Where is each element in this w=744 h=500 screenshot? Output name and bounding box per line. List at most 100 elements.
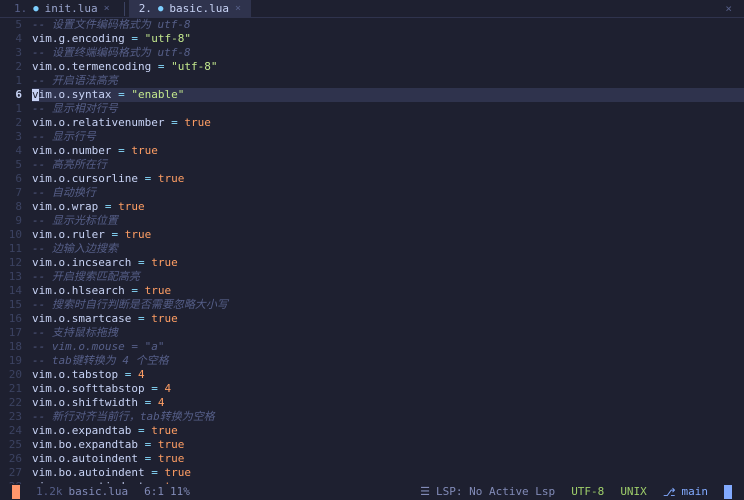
value-token: 4: [158, 396, 165, 409]
code-line[interactable]: vim.bo.expandtab = true: [32, 438, 744, 452]
code-line[interactable]: vim.o.smartcase = true: [32, 312, 744, 326]
scroll-percent: 11%: [170, 485, 190, 499]
code-line[interactable]: vim.o.termencoding = "utf-8": [32, 60, 744, 74]
comment-token: -- 显示光标位置: [32, 214, 118, 227]
line-number: 3: [0, 130, 22, 144]
code-line[interactable]: vim.o.expandtab = true: [32, 424, 744, 438]
operator-token: =: [138, 396, 158, 409]
operator-token: =: [111, 88, 131, 101]
code-line[interactable]: vim.o.incsearch = true: [32, 256, 744, 270]
identifier-token: vim.o.incsearch: [32, 256, 131, 269]
operator-token: =: [145, 382, 165, 395]
lua-filetype-icon: ●: [33, 2, 38, 16]
value-token: "enable": [131, 88, 184, 101]
line-number: 19: [0, 354, 22, 368]
code-line[interactable]: -- 开启搜索匹配高亮: [32, 270, 744, 284]
code-line[interactable]: -- 支持鼠标拖拽: [32, 326, 744, 340]
tabbar-right-close-icon[interactable]: ×: [717, 2, 740, 16]
code-line[interactable]: -- tab键转换为 4 个空格: [32, 354, 744, 368]
line-number: 20: [0, 368, 22, 382]
code-line[interactable]: vim.o.autoindent = true: [32, 452, 744, 466]
tab-bar: 1.●init.lua×2.●basic.lua× ×: [0, 0, 744, 18]
line-number: 5: [0, 158, 22, 172]
identifier-token: vim.o.softtabstop: [32, 382, 145, 395]
code-line[interactable]: vim.o.cursorline = true: [32, 172, 744, 186]
comment-token: -- 支持鼠标拖拽: [32, 326, 118, 339]
value-token: true: [184, 116, 211, 129]
line-number: 12: [0, 256, 22, 270]
code-line[interactable]: vim.o.relativenumber = true: [32, 116, 744, 130]
line-number: 28: [0, 480, 22, 484]
identifier-token: vim.o.smartcase: [32, 312, 131, 325]
value-token: true: [125, 228, 152, 241]
comment-token: -- 高亮所在行: [32, 158, 107, 171]
editor-viewport[interactable]: 5432161234567891011121314151617181920212…: [0, 18, 744, 484]
operator-token: =: [138, 438, 158, 451]
operator-token: =: [111, 144, 131, 157]
code-line[interactable]: -- 边输入边搜索: [32, 242, 744, 256]
code-line[interactable]: -- 设置终端编码格式为 utf-8: [32, 46, 744, 60]
code-line[interactable]: -- 开启语法高亮: [32, 74, 744, 88]
code-line[interactable]: vim.o.tabstop = 4: [32, 368, 744, 382]
line-number: 11: [0, 242, 22, 256]
line-number: 23: [0, 410, 22, 424]
operator-token: =: [138, 452, 158, 465]
comment-token: -- 边输入边搜索: [32, 242, 118, 255]
branch-name: main: [682, 485, 709, 499]
operator-token: =: [131, 424, 151, 437]
code-line[interactable]: -- 自动换行: [32, 186, 744, 200]
value-token: true: [118, 200, 145, 213]
operator-token: =: [118, 368, 138, 381]
buffer-tab-init-lua[interactable]: 1.●init.lua×: [4, 0, 120, 18]
code-line[interactable]: vim.o.smartindent = true: [32, 480, 744, 484]
identifier-token: vim.g.encoding: [32, 32, 125, 45]
buffer-tab-basic-lua[interactable]: 2.●basic.lua×: [129, 0, 251, 18]
tab-close-icon[interactable]: ×: [235, 2, 241, 16]
identifier-token: vim.o.tabstop: [32, 368, 118, 381]
line-number: 7: [0, 186, 22, 200]
value-token: true: [145, 284, 172, 297]
code-area[interactable]: -- 设置文件编码格式为 utf-8vim.g.encoding = "utf-…: [28, 18, 744, 484]
code-line[interactable]: -- 新行对齐当前行，tab转换为空格: [32, 410, 744, 424]
value-token: 4: [138, 368, 145, 381]
code-line[interactable]: -- vim.o.mouse = "a": [32, 340, 744, 354]
status-bar: 1.2k basic.lua 6:1 11% ☰ LSP: No Active …: [0, 484, 744, 500]
code-line[interactable]: -- 搜索时自行判断是否需要忽略大小写: [32, 298, 744, 312]
tab-number: 2.: [139, 2, 152, 16]
value-token: true: [158, 172, 185, 185]
value-token: true: [158, 452, 185, 465]
code-line[interactable]: -- 显示光标位置: [32, 214, 744, 228]
comment-token: -- 自动换行: [32, 186, 96, 199]
value-token: "utf-8": [171, 60, 217, 73]
code-line[interactable]: vim.o.wrap = true: [32, 200, 744, 214]
code-line[interactable]: vim.bo.autoindent = true: [32, 466, 744, 480]
code-line[interactable]: -- 高亮所在行: [32, 158, 744, 172]
comment-token: -- 显示行号: [32, 130, 96, 143]
value-token: true: [164, 466, 191, 479]
code-line[interactable]: vim.o.ruler = true: [32, 228, 744, 242]
code-line[interactable]: vim.o.syntax = "enable": [32, 88, 744, 102]
code-line[interactable]: -- 显示行号: [32, 130, 744, 144]
code-line[interactable]: -- 设置文件编码格式为 utf-8: [32, 18, 744, 32]
operator-token: =: [164, 116, 184, 129]
line-number: 13: [0, 270, 22, 284]
comment-token: -- 设置文件编码格式为 utf-8: [32, 18, 191, 31]
code-line[interactable]: vim.g.encoding = "utf-8": [32, 32, 744, 46]
value-token: true: [158, 438, 185, 451]
line-number: 1: [0, 74, 22, 88]
identifier-token: vim.o.hlsearch: [32, 284, 125, 297]
identifier-token: vim.o.expandtab: [32, 424, 131, 437]
code-line[interactable]: vim.o.number = true: [32, 144, 744, 158]
line-number: 4: [0, 32, 22, 46]
operator-token: =: [131, 256, 151, 269]
value-token: "utf-8": [145, 32, 191, 45]
operator-token: =: [145, 480, 165, 484]
code-line[interactable]: vim.o.shiftwidth = 4: [32, 396, 744, 410]
value-token: 4: [164, 382, 171, 395]
tab-close-icon[interactable]: ×: [104, 2, 110, 16]
tab-filename: init.lua: [45, 2, 98, 16]
code-line[interactable]: -- 显示相对行号: [32, 102, 744, 116]
code-line[interactable]: vim.o.hlsearch = true: [32, 284, 744, 298]
code-line[interactable]: vim.o.softtabstop = 4: [32, 382, 744, 396]
operator-token: =: [145, 466, 165, 479]
